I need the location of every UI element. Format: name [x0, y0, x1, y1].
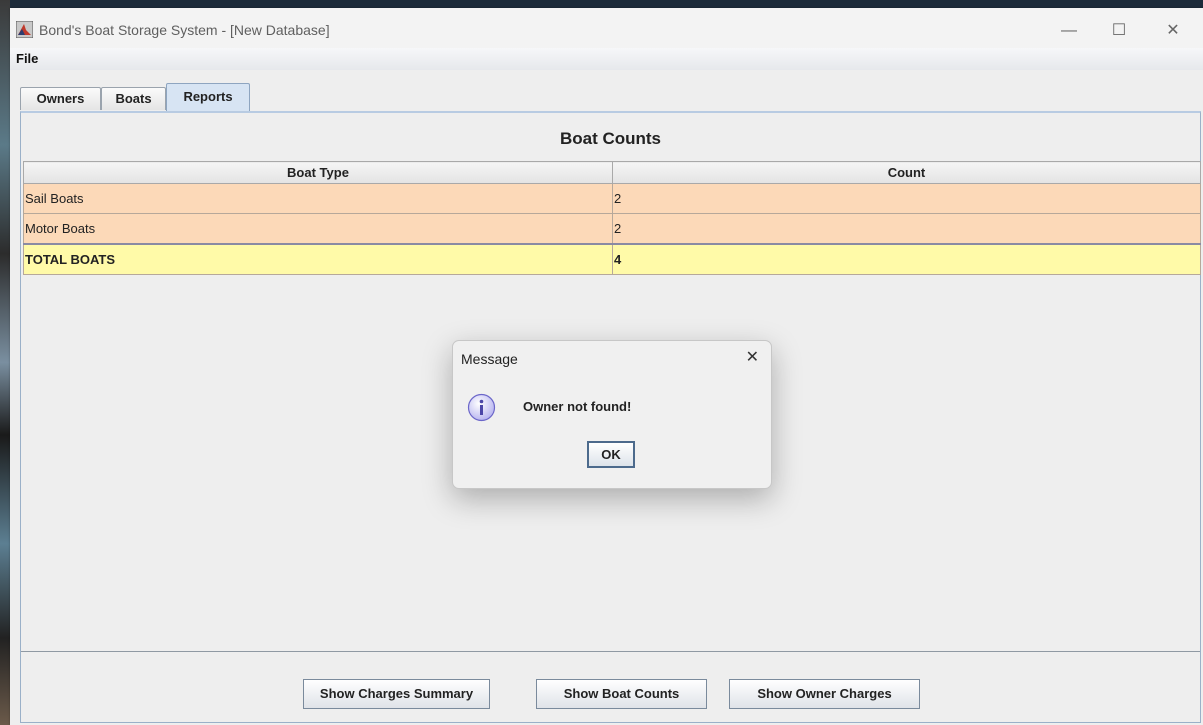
count-cell[interactable]: 2 — [612, 183, 1201, 214]
column-header-boat-type[interactable]: Boat Type — [23, 161, 613, 184]
tab-boats[interactable]: Boats — [101, 87, 166, 110]
tab-owners[interactable]: Owners — [20, 87, 101, 110]
total-count-cell[interactable]: 4 — [612, 243, 1201, 275]
button-bar: Show Charges Summary Show Boat Counts Sh… — [21, 651, 1200, 723]
dialog-title: Message — [461, 351, 518, 367]
show-charges-summary-button[interactable]: Show Charges Summary — [303, 679, 490, 709]
dialog-close-button[interactable]: ✕ — [746, 347, 759, 367]
message-dialog: Message ✕ Owner not found! OK — [452, 340, 772, 489]
total-label-cell[interactable]: TOTAL BOATS — [23, 243, 613, 275]
total-row[interactable]: TOTAL BOATS 4 — [23, 243, 1201, 275]
window-title: Bond's Boat Storage System - [New Databa… — [39, 22, 330, 38]
table-header-row: Boat Type Count — [23, 161, 1201, 184]
close-window-button[interactable]: ✕ — [1150, 16, 1196, 46]
show-boat-counts-button[interactable]: Show Boat Counts — [536, 679, 707, 709]
app-icon — [16, 21, 33, 38]
boat-counts-table: Boat Type Count Sail Boats 2 Motor Boats… — [23, 161, 1201, 275]
dialog-message: Owner not found! — [523, 399, 632, 414]
count-cell[interactable]: 2 — [612, 213, 1201, 245]
table-row[interactable]: Motor Boats 2 — [23, 213, 1201, 245]
column-header-count[interactable]: Count — [612, 161, 1201, 184]
show-owner-charges-button[interactable]: Show Owner Charges — [729, 679, 920, 709]
ok-button[interactable]: OK — [587, 441, 635, 468]
tab-reports[interactable]: Reports — [166, 83, 250, 111]
boat-type-cell[interactable]: Sail Boats — [23, 183, 613, 214]
maximize-button[interactable]: ☐ — [1096, 16, 1142, 46]
title-bar: Bond's Boat Storage System - [New Databa… — [10, 8, 1203, 48]
desktop-background — [0, 0, 10, 725]
report-title: Boat Counts — [559, 129, 662, 148]
menu-bar: File — [10, 48, 1203, 70]
menu-file[interactable]: File — [16, 51, 38, 66]
boat-type-cell[interactable]: Motor Boats — [23, 213, 613, 245]
minimize-button[interactable]: — — [1046, 16, 1092, 46]
info-icon — [467, 393, 496, 422]
table-row[interactable]: Sail Boats 2 — [23, 183, 1201, 214]
